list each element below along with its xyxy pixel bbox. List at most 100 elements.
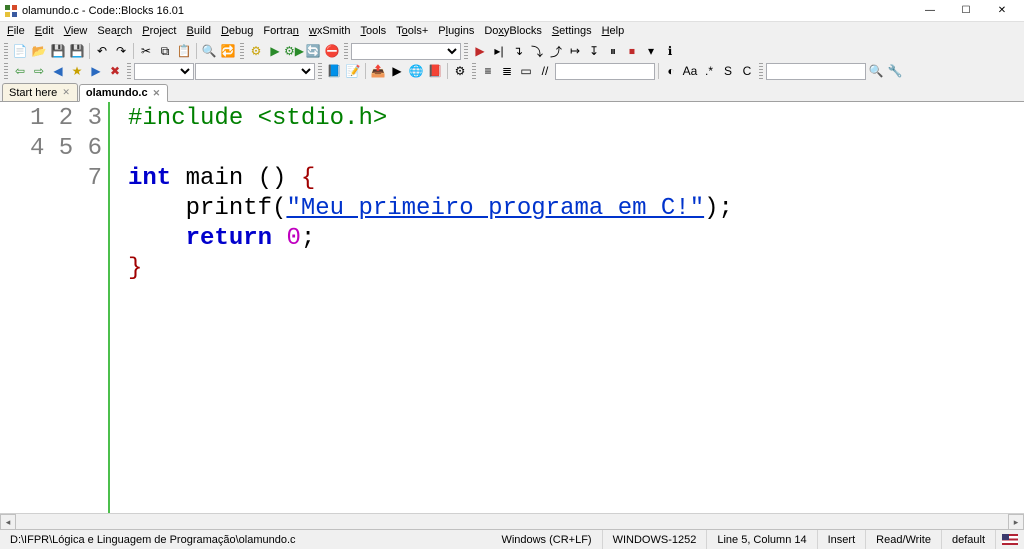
menu-plugins[interactable]: Plugins [433,23,479,39]
text-right-icon[interactable]: ≣ [498,62,516,80]
search-settings-icon[interactable]: 🔧 [886,62,904,80]
back-icon[interactable]: ⇦ [11,62,29,80]
search-go-icon[interactable]: 🔍 [867,62,885,80]
horizontal-scrollbar[interactable]: ◂ ▸ [0,513,1024,529]
forward-icon[interactable]: ⇨ [30,62,48,80]
scroll-right-icon[interactable]: ▸ [1008,514,1024,530]
bookmark-clear-icon[interactable]: ✖ [106,62,124,80]
rebuild-icon[interactable]: 🔄 [304,42,322,60]
run-to-cursor-icon[interactable]: ▸| [490,42,508,60]
toolbar-grip[interactable] [318,63,322,79]
maximize-button[interactable]: ☐ [948,0,984,22]
tab-start-here[interactable]: Start here ✕ [2,83,78,101]
step-into-instr-icon[interactable]: ↧ [585,42,603,60]
find-icon[interactable]: 🔍 [200,42,218,60]
menu-toolsplus[interactable]: Tools+ [391,23,433,39]
menu-wxsmith[interactable]: wxSmith [304,23,356,39]
undo-icon[interactable]: ↶ [93,42,111,60]
info-icon[interactable]: ℹ [661,42,679,60]
toolbar-grip[interactable] [240,43,244,59]
open-file-icon[interactable]: 📂 [30,42,48,60]
statusbar: D:\IFPR\Lógica e Linguagem de Programaçã… [0,529,1024,549]
letter-c-icon[interactable]: C [738,62,756,80]
tab-close-icon[interactable]: ✕ [152,88,162,99]
build-icon[interactable]: ⚙ [247,42,265,60]
status-eol: Windows (CR+LF) [491,530,602,549]
break-icon[interactable]: ⏸ [604,42,622,60]
editor-area: 1 2 3 4 5 6 7 #include <stdio.h> int mai… [0,102,1024,529]
menu-search[interactable]: Search [92,23,137,39]
debug-windows-icon[interactable]: ▾ [642,42,660,60]
regex-icon[interactable]: .* [700,62,718,80]
toolbar-separator [89,43,90,59]
save-all-icon[interactable]: 💾 [68,42,86,60]
status-readwrite: Read/Write [866,530,942,549]
text-left-icon[interactable]: ≡ [479,62,497,80]
doxy-extract-icon[interactable]: 📤 [369,62,387,80]
menu-tools[interactable]: Tools [355,23,391,39]
scroll-left-icon[interactable]: ◂ [0,514,16,530]
menu-fortran[interactable]: Fortran [258,23,303,39]
toolbar-grip[interactable] [4,63,8,79]
build-run-icon[interactable]: ⚙▶ [285,42,303,60]
language-flag-icon[interactable] [1002,534,1018,545]
menu-help[interactable]: Help [597,23,630,39]
letter-s-icon[interactable]: S [719,62,737,80]
menu-edit[interactable]: Edit [30,23,59,39]
menu-view[interactable]: View [59,23,93,39]
paste-icon[interactable]: 📋 [175,42,193,60]
code-content[interactable]: #include <stdio.h> int main () { printf(… [110,102,1024,513]
code-editor[interactable]: 1 2 3 4 5 6 7 #include <stdio.h> int mai… [0,102,1024,513]
menu-project[interactable]: Project [137,23,181,39]
toolbars: 📄 📂 💾 💾 ↶ ↷ ✂ ⧉ 📋 🔍 🔁 ⚙ ▶ ⚙▶ 🔄 ⛔ ▶ ▸| ↴ … [0,40,1024,82]
menu-file[interactable]: File [2,23,30,39]
step-out-icon[interactable]: ⤴ [547,42,565,60]
toolbar-grip[interactable] [127,63,131,79]
build-target-combo[interactable] [351,43,461,60]
menu-build[interactable]: Build [182,23,216,39]
menu-debug[interactable]: Debug [216,23,258,39]
doxy-config-icon[interactable]: ⚙ [451,62,469,80]
cut-icon[interactable]: ✂ [137,42,155,60]
toolbar-grip[interactable] [472,63,476,79]
minimize-button[interactable]: — [912,0,948,22]
highlight-icon[interactable]: ◐ [662,62,680,80]
replace-icon[interactable]: 🔁 [219,42,237,60]
run-icon[interactable]: ▶ [266,42,284,60]
doxy-run-icon[interactable]: ▶ [388,62,406,80]
match-case-icon[interactable]: Aa [681,62,699,80]
abort-icon[interactable]: ⛔ [323,42,341,60]
redo-icon[interactable]: ↷ [112,42,130,60]
stop-debug-icon[interactable]: ⏹ [623,42,641,60]
tab-close-icon[interactable]: ✕ [61,87,71,98]
copy-icon[interactable]: ⧉ [156,42,174,60]
search-input[interactable] [766,63,866,80]
toggle-comment-icon[interactable]: // [536,62,554,80]
toolbar-grip[interactable] [759,63,763,79]
symbol-combo[interactable] [195,63,315,80]
incremental-search-input[interactable] [555,63,655,80]
doxy-line-icon[interactable]: 📝 [344,62,362,80]
save-icon[interactable]: 💾 [49,42,67,60]
scroll-track[interactable] [16,514,1008,529]
doxy-chm-icon[interactable]: 📕 [426,62,444,80]
toolbar-grip[interactable] [464,43,468,59]
next-instr-icon[interactable]: ↦ [566,42,584,60]
toolbar-grip[interactable] [4,43,8,59]
tab-olamundo[interactable]: olamundo.c ✕ [79,84,168,102]
new-file-icon[interactable]: 📄 [11,42,29,60]
menu-doxyblocks[interactable]: DoxyBlocks [479,23,546,39]
step-into-icon[interactable]: ⤵ [528,42,546,60]
doxy-block-icon[interactable]: 📘 [325,62,343,80]
scope-combo[interactable] [134,63,194,80]
bookmark-prev-icon[interactable]: ◀ [49,62,67,80]
next-line-icon[interactable]: ↴ [509,42,527,60]
close-button[interactable]: ✕ [984,0,1020,22]
toolbar-grip[interactable] [344,43,348,59]
menu-settings[interactable]: Settings [547,23,597,39]
bookmark-toggle-icon[interactable]: ★ [68,62,86,80]
debug-run-icon[interactable]: ▶ [471,42,489,60]
selection-only-icon[interactable]: ▭ [517,62,535,80]
bookmark-next-icon[interactable]: ▶ [87,62,105,80]
doxy-html-icon[interactable]: 🌐 [407,62,425,80]
